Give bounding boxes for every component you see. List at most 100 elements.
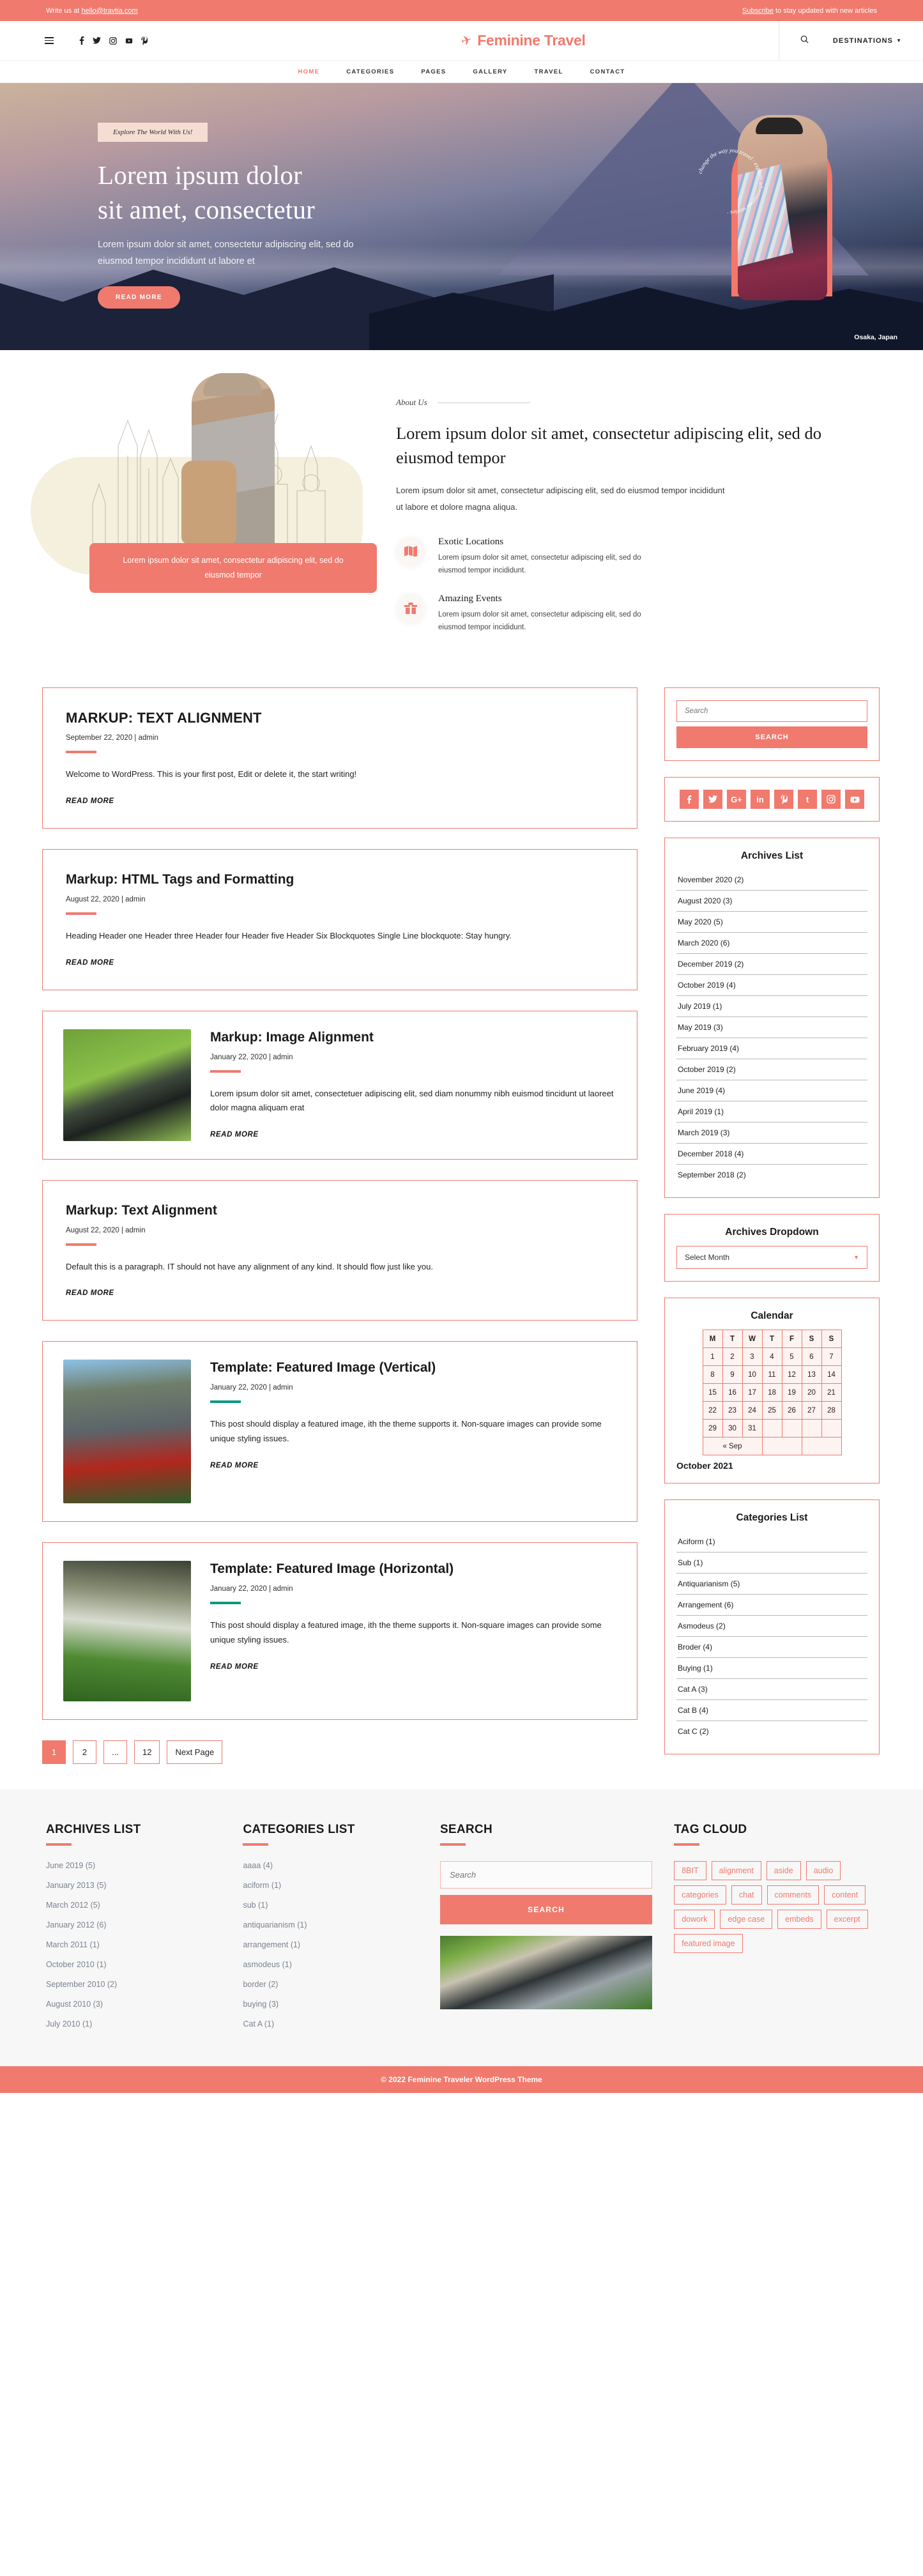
calendar-day[interactable]: 26 [781,1401,802,1420]
list-item[interactable]: Asmodeus (2) [676,1616,867,1637]
post-read-more-link[interactable]: READ MORE [66,797,114,805]
list-item[interactable]: July 2019 (1) [676,996,867,1018]
calendar-day[interactable]: 30 [722,1419,743,1438]
list-item[interactable]: Broder (4) [676,1637,867,1659]
tag-item[interactable]: excerpt [826,1910,868,1929]
youtube-icon[interactable] [125,37,133,45]
post-card[interactable]: Template: Featured Image (Horizontal) Ja… [42,1542,637,1721]
calendar-day[interactable]: 17 [742,1383,763,1402]
list-item[interactable]: Sub (1) [676,1552,867,1574]
post-card[interactable]: Template: Featured Image (Vertical) Janu… [42,1341,637,1522]
list-item[interactable]: aciform (1) [243,1881,418,1890]
calendar-day[interactable]: 5 [781,1347,802,1367]
pagination-page-1[interactable]: 1 [42,1740,66,1765]
list-item[interactable]: March 2011 (1) [46,1940,221,1949]
list-item[interactable]: Aciform (1) [676,1531,867,1553]
calendar-day[interactable]: 2 [722,1347,743,1367]
list-item[interactable]: antiquarianism (1) [243,1920,418,1929]
calendar-day[interactable]: 4 [761,1347,782,1367]
post-title[interactable]: Markup: Text Alignment [66,1202,614,1220]
calendar-day[interactable]: 14 [821,1365,842,1384]
facebook-icon[interactable] [680,790,699,809]
post-title[interactable]: Template: Featured Image (Vertical) [210,1360,616,1377]
nav-item-contact[interactable]: CONTACT [590,68,625,75]
calendar-prev-month-link[interactable]: « Sep [702,1437,763,1456]
tag-item[interactable]: edge case [720,1910,773,1929]
youtube-icon[interactable] [845,790,864,809]
tag-item[interactable]: dowork [674,1910,715,1929]
calendar-day[interactable]: 3 [742,1347,763,1367]
hamburger-icon[interactable] [45,37,54,44]
list-item[interactable]: October 2019 (2) [676,1059,867,1081]
nav-item-gallery[interactable]: GALLERY [473,68,507,75]
post-thumbnail-garden-swing[interactable] [63,1561,191,1702]
calendar-day[interactable]: 27 [801,1401,822,1420]
calendar-day[interactable]: 10 [742,1365,763,1384]
tag-item[interactable]: chat [731,1885,762,1905]
post-read-more-link[interactable]: READ MORE [66,959,114,967]
calendar-day[interactable]: 8 [702,1365,723,1384]
list-item[interactable]: Cat B (4) [676,1700,867,1722]
search-button[interactable]: SEARCH [676,726,867,749]
list-item[interactable]: August 2020 (3) [676,891,867,912]
calendar-day[interactable]: 25 [761,1401,782,1420]
search-input[interactable] [676,700,867,723]
instagram-icon[interactable] [821,790,841,809]
calendar-day[interactable]: 1 [702,1347,723,1367]
list-item[interactable]: Arrangement (6) [676,1595,867,1616]
post-read-more-link[interactable]: READ MORE [210,1131,259,1138]
nav-item-travel[interactable]: TRAVEL [535,68,563,75]
list-item[interactable]: June 2019 (5) [46,1861,221,1870]
tag-item[interactable]: categories [674,1885,726,1905]
list-item[interactable]: March 2012 (5) [46,1901,221,1910]
destinations-dropdown[interactable]: DESTINATIONS ▼ [833,37,902,45]
footer-search-input[interactable] [439,1861,653,1889]
calendar-day[interactable]: 29 [702,1419,723,1438]
calendar-day[interactable]: 31 [742,1419,763,1438]
list-item[interactable]: August 2010 (3) [46,2000,221,2009]
list-item[interactable]: Antiquarianism (5) [676,1574,867,1595]
instagram-icon[interactable] [109,36,117,45]
post-thumbnail-laptop-in-grass[interactable] [63,1029,191,1141]
post-card[interactable]: Markup: Text Alignment August 22, 2020 |… [42,1179,637,1321]
nav-item-pages[interactable]: PAGES [421,68,446,75]
post-card[interactable]: MARKUP: TEXT ALIGNMENT September 22, 202… [42,687,637,829]
pinterest-icon[interactable] [141,36,148,45]
list-item[interactable]: June 2019 (4) [676,1080,867,1102]
calendar-day[interactable]: 7 [821,1347,842,1367]
calendar-day[interactable]: 20 [801,1383,822,1402]
tag-item[interactable]: aside [766,1861,801,1881]
list-item[interactable]: December 2019 (2) [676,954,867,976]
calendar-day[interactable]: 13 [801,1365,822,1384]
list-item[interactable]: Cat A (1) [243,2020,418,2028]
list-item[interactable]: July 2010 (1) [46,2020,221,2028]
list-item[interactable]: January 2013 (5) [46,1881,221,1890]
list-item[interactable]: October 2010 (1) [46,1960,221,1969]
post-card[interactable]: Markup: Image Alignment January 22, 2020… [42,1010,637,1160]
list-item[interactable]: November 2020 (2) [676,870,867,891]
post-read-more-link[interactable]: READ MORE [66,1289,114,1297]
tumblr-icon[interactable]: t [798,790,817,809]
calendar-day[interactable]: 22 [702,1401,723,1420]
list-item[interactable]: sub (1) [243,1901,418,1910]
list-item[interactable]: border (2) [243,1980,418,1989]
select-month-dropdown[interactable]: Select Month ▼ [676,1246,867,1269]
google-plus-icon[interactable]: G+ [727,790,746,809]
list-item[interactable]: December 2018 (4) [676,1144,867,1165]
tag-item[interactable]: featured image [674,1934,743,1954]
facebook-icon[interactable] [79,36,84,45]
list-item[interactable]: March 2020 (6) [676,933,867,954]
post-title[interactable]: Markup: Image Alignment [210,1029,616,1046]
search-icon[interactable] [800,35,809,47]
calendar-day[interactable]: 21 [821,1383,842,1402]
calendar-day[interactable]: 15 [702,1383,723,1402]
list-item[interactable]: March 2019 (3) [676,1123,867,1144]
tag-item[interactable]: embeds [777,1910,821,1929]
list-item[interactable]: May 2019 (3) [676,1017,867,1039]
list-item[interactable]: May 2020 (5) [676,912,867,933]
post-read-more-link[interactable]: READ MORE [210,1462,259,1469]
list-item[interactable]: September 2010 (2) [46,1980,221,1989]
pinterest-icon[interactable] [774,790,793,809]
calendar-day[interactable]: 24 [742,1401,763,1420]
tag-item[interactable]: alignment [711,1861,761,1881]
